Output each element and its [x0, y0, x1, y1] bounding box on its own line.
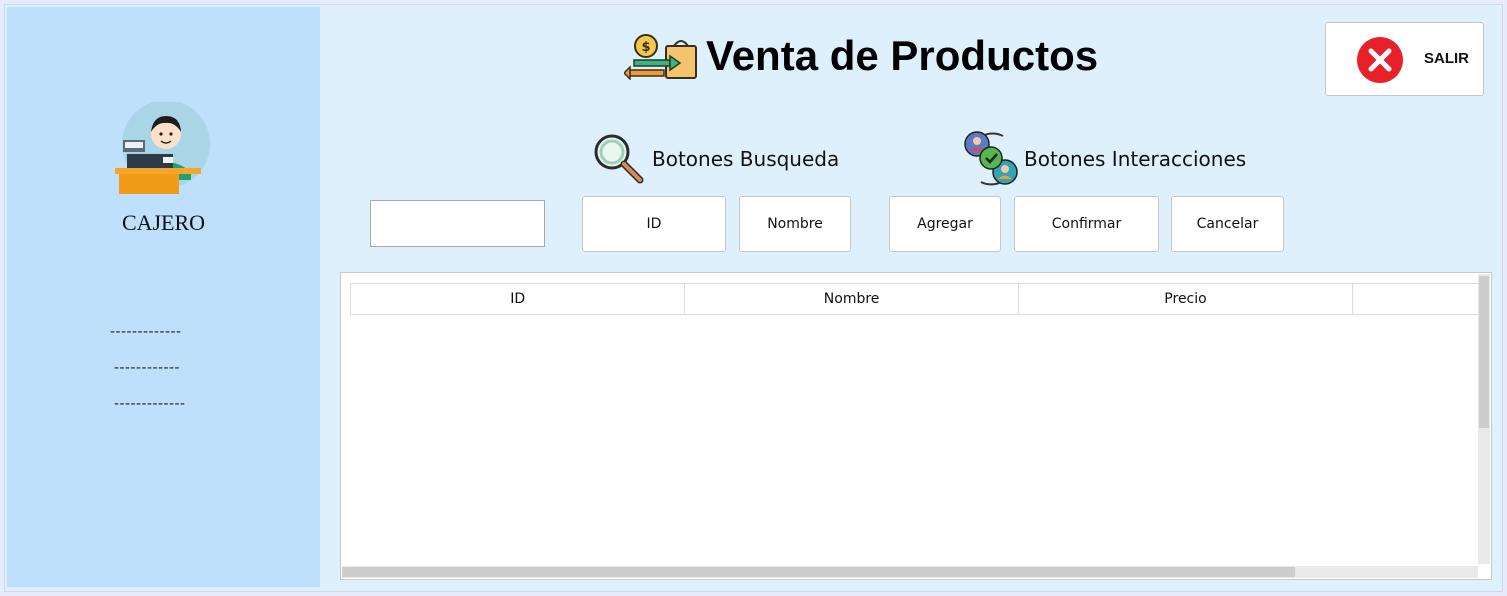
vertical-scroll-thumb[interactable] — [1479, 276, 1489, 428]
column-header-extra[interactable] — [1353, 284, 1478, 314]
user-sync-icon — [964, 131, 1018, 186]
search-by-id-button[interactable]: ID — [582, 196, 726, 252]
exit-button[interactable]: SALIR — [1325, 22, 1484, 96]
search-input[interactable] — [370, 200, 545, 247]
table-header: ID Nombre Precio — [350, 283, 1479, 315]
confirm-button[interactable]: Confirmar — [1014, 196, 1159, 252]
title-text: Venta de Productos — [706, 32, 1099, 79]
column-header-precio[interactable]: Precio — [1019, 284, 1354, 314]
sidebar: CAJERO ------------- ------------ ------… — [7, 7, 320, 587]
info-line-1: ------------- — [110, 323, 182, 340]
search-section-header: Botones Busqueda — [592, 132, 839, 186]
actions-section-header: Botones Interacciones — [963, 130, 1246, 188]
close-circle-icon — [1357, 37, 1403, 83]
search-section-title: Botones Busqueda — [652, 147, 840, 171]
actions-section-title: Botones Interacciones — [1024, 147, 1247, 171]
horizontal-scrollbar[interactable] — [342, 566, 1478, 578]
cancel-button[interactable]: Cancelar — [1171, 196, 1284, 252]
column-header-nombre[interactable]: Nombre — [685, 284, 1019, 314]
search-by-name-button[interactable]: Nombre — [739, 196, 851, 252]
exit-label: SALIR — [1424, 50, 1469, 67]
svg-text:$: $ — [641, 40, 650, 55]
info-line-2: ------------ — [114, 359, 180, 376]
cashier-avatar-icon — [115, 102, 210, 194]
vertical-scrollbar[interactable] — [1478, 274, 1490, 564]
page-title: $ Venta de Productos — [624, 26, 1098, 86]
add-button[interactable]: Agregar — [889, 196, 1001, 252]
money-transfer-icon: $ — [624, 34, 697, 80]
column-header-id[interactable]: ID — [351, 284, 686, 314]
products-table[interactable]: ID Nombre Precio — [340, 272, 1492, 580]
horizontal-scroll-thumb[interactable] — [342, 567, 1295, 577]
magnifier-icon — [594, 134, 644, 184]
role-label: CAJERO — [121, 210, 206, 235]
info-line-3: ------------- — [114, 395, 186, 412]
